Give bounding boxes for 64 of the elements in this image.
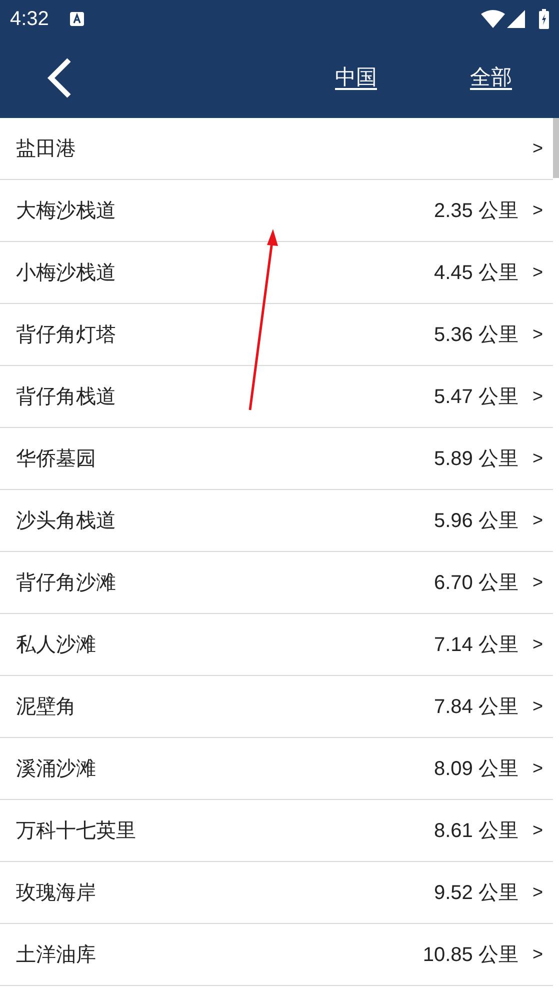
place-row[interactable]: 泥壁角 7.84 公里 >: [0, 676, 553, 738]
place-name: 背仔角沙滩: [16, 570, 117, 596]
distance-text: 5.47 公里: [434, 384, 518, 410]
chevron-text: >: [532, 447, 543, 470]
status-time: 4:32: [10, 7, 49, 32]
distance-text: 9.52 公里: [434, 880, 518, 906]
place-name: 溪涌沙滩: [16, 756, 97, 782]
chevron-text: >: [532, 385, 543, 408]
place-row[interactable]: 万科十七英里 8.61 公里 >: [0, 800, 553, 862]
place-row[interactable]: 华侨墓园 5.89 公里 >: [0, 428, 553, 490]
back-icon: [46, 58, 72, 98]
place-row[interactable]: 背仔角沙滩 6.70 公里 >: [0, 552, 553, 614]
place-row[interactable]: 土洋油库 10.85 公里 >: [0, 924, 553, 986]
place-row[interactable]: 溪涌沙滩 8.09 公里 >: [0, 738, 553, 800]
region-link[interactable]: 全部: [470, 62, 512, 94]
place-name: 玫瑰海岸: [16, 880, 97, 906]
wifi-icon: [481, 10, 505, 28]
place-name: 土洋油库: [16, 942, 97, 968]
distance-text: 5.36 公里: [434, 322, 518, 348]
distance-text: 6.70 公里: [434, 570, 518, 596]
place-row[interactable]: 背仔角栈道 5.47 公里 >: [0, 366, 553, 428]
chevron-text: >: [532, 323, 543, 346]
place-name: 小梅沙栈道: [16, 260, 117, 286]
place-name: 盐田港: [16, 136, 77, 162]
chevron-text: >: [532, 757, 543, 780]
chevron-text: >: [532, 199, 543, 222]
place-name: 私人沙滩: [16, 632, 97, 658]
back-button[interactable]: [46, 58, 72, 98]
place-row[interactable]: 私人沙滩 7.14 公里 >: [0, 614, 553, 676]
distance-text: 2.35 公里: [434, 198, 518, 224]
chevron-text: >: [532, 695, 543, 718]
place-row[interactable]: 小梅沙栈道 4.45 公里 >: [0, 242, 553, 304]
battery-icon: [539, 9, 549, 29]
chevron-text: >: [532, 633, 543, 656]
chevron-text: >: [532, 261, 543, 284]
place-name: 泥壁角: [16, 694, 77, 720]
distance-text: 7.84 公里: [434, 694, 518, 720]
place-name: 背仔角栈道: [16, 384, 117, 410]
place-row[interactable]: 背仔角灯塔 5.36 公里 >: [0, 304, 553, 366]
region-link[interactable]: 中国: [335, 62, 377, 94]
chevron-text: >: [532, 137, 543, 160]
distance-text: 10.85 公里: [422, 942, 518, 968]
chevron-text: >: [532, 819, 543, 842]
distance-text: 8.09 公里: [434, 756, 518, 782]
place-name: 华侨墓园: [16, 446, 97, 472]
keyboard-icon: [68, 11, 85, 27]
distance-text: 8.61 公里: [434, 818, 518, 844]
chevron-text: >: [532, 943, 543, 966]
scrollbar-thumb: [553, 118, 559, 178]
place-name: 背仔角灯塔: [16, 322, 117, 348]
place-row[interactable]: 玫瑰海岸 9.52 公里 >: [0, 862, 553, 924]
place-name: 万科十七英里: [16, 818, 137, 844]
place-row[interactable]: 沙头角栈道 5.96 公里 >: [0, 490, 553, 552]
distance-text: 5.89 公里: [434, 446, 518, 472]
chevron-text: >: [532, 509, 543, 532]
signal-icon: [507, 10, 525, 28]
distance-text: 4.45 公里: [434, 260, 518, 286]
chevron-text: >: [532, 571, 543, 594]
chevron-text: >: [532, 881, 543, 904]
place-name: 大梅沙栈道: [16, 198, 117, 224]
distance-text: 7.14 公里: [434, 632, 518, 658]
place-name: 沙头角栈道: [16, 508, 117, 534]
distance-text: 5.96 公里: [434, 508, 518, 534]
place-row[interactable]: 盐田港 >: [0, 118, 553, 180]
